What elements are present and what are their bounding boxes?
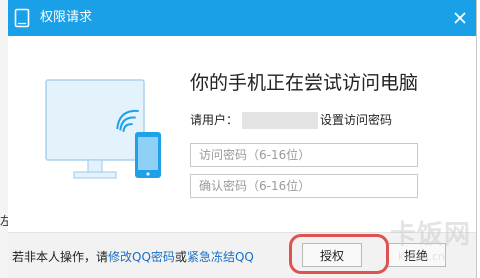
footer-prefix: 若非本人操作，请 [12,250,109,264]
close-icon[interactable] [450,8,470,28]
background-window-strip: 左 [0,0,12,278]
window-title: 权限请求 [40,10,93,25]
title-bar[interactable]: 权限请求 [8,0,476,36]
masked-username [242,112,319,129]
change-qq-password-link[interactable]: 修改QQ密码 [108,250,175,264]
reject-button[interactable]: 拒绝 [386,243,446,267]
user-instruction: 请用户： 设置访问密码 [190,111,392,129]
freeze-qq-link[interactable]: 紧急冻结QQ [187,250,254,264]
footer-or: 或 [174,250,187,264]
user-prefix: 请用户： [190,113,239,127]
monitor-phone-illustration [45,79,161,179]
device-icon [14,8,30,28]
access-password-field[interactable] [190,143,418,167]
authorize-button[interactable]: 授权 [302,243,362,267]
footer-notice: 若非本人操作，请修改QQ密码或紧急冻结QQ [12,249,254,265]
request-headline: 你的手机正在尝试访问电脑 [190,72,419,94]
permission-request-dialog: 权限请求 你的手机正在尝试访问电脑 请用户： 设置访问密码 若非本人操作，请修改… [8,0,477,278]
page: 左 权限请求 你的手机正在尝试访问电脑 请用户： 设置访问密码 若非本人操作，请… [0,0,480,278]
confirm-password-field[interactable] [190,174,418,198]
user-suffix: 设置访问密码 [320,113,393,127]
